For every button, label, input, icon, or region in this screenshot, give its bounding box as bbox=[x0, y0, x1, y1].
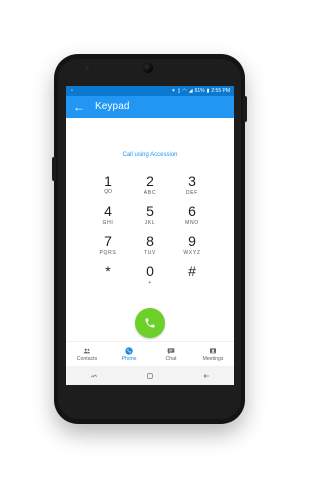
status-time: 2:55 PM bbox=[211, 88, 230, 94]
key-digit: 6 bbox=[188, 203, 196, 219]
call-using-link[interactable]: Call using Accession bbox=[66, 151, 234, 159]
key-digit: 7 bbox=[104, 233, 112, 249]
key-letters: MNO bbox=[185, 220, 199, 226]
vibrate-icon: ▯ bbox=[177, 88, 181, 94]
device-mockup: ◔ ✶ ▯ ◠ ◢ 61% ▮ 2:55 PM ← Keypad Call us… bbox=[0, 0, 300, 480]
key-digit: 4 bbox=[104, 203, 112, 219]
back-icon bbox=[202, 372, 210, 380]
key-letters: WXYZ bbox=[183, 250, 201, 256]
status-right: ✶ ▯ ◠ ◢ 61% ▮ 2:55 PM bbox=[171, 86, 230, 96]
call-button[interactable] bbox=[135, 308, 165, 338]
wifi-icon: ◠ bbox=[182, 88, 187, 94]
status-left: ◔ bbox=[70, 86, 110, 96]
key-letters: + bbox=[148, 280, 152, 286]
bluetooth-icon: ✶ bbox=[171, 88, 176, 94]
meetings-icon bbox=[209, 346, 217, 356]
contacts-icon bbox=[83, 346, 91, 356]
key-3[interactable]: 3 DEF bbox=[171, 173, 213, 203]
nav-phone[interactable]: Phone bbox=[108, 342, 150, 366]
key-digit: 3 bbox=[188, 173, 196, 189]
key-digit: 0 bbox=[146, 263, 154, 279]
back-button[interactable]: ← bbox=[69, 96, 89, 118]
nav-label: Chat bbox=[165, 355, 177, 362]
nav-label: Phone bbox=[121, 355, 137, 362]
key-digit: 9 bbox=[188, 233, 196, 249]
signal-icon: ◢ bbox=[188, 88, 193, 94]
key-letters: PQRS bbox=[99, 250, 117, 256]
nav-label: Meetings bbox=[202, 355, 224, 362]
key-letters: JKL bbox=[144, 220, 156, 226]
dial-keypad: 1 QO 2 ABC 3 DEF 4 GHI 5 JKL 6 MNO 7 PQR… bbox=[87, 173, 213, 293]
key-2[interactable]: 2 ABC bbox=[129, 173, 171, 203]
nav-chat[interactable]: Chat bbox=[150, 342, 192, 366]
recent-apps-button[interactable] bbox=[80, 366, 108, 385]
key-letters: TUV bbox=[143, 250, 157, 256]
key-star[interactable]: * bbox=[87, 263, 129, 293]
status-bar: ◔ ✶ ▯ ◠ ◢ 61% ▮ 2:55 PM bbox=[66, 86, 234, 96]
arrow-left-icon: ← bbox=[73, 100, 85, 114]
app-bar: ← Keypad bbox=[66, 96, 234, 118]
recent-apps-icon bbox=[90, 372, 98, 380]
battery-text: 61% bbox=[194, 88, 205, 94]
key-digit: # bbox=[188, 263, 196, 279]
home-button[interactable] bbox=[136, 366, 164, 385]
camera-icon bbox=[143, 63, 153, 73]
chat-icon bbox=[167, 346, 175, 356]
key-hash[interactable]: # bbox=[171, 263, 213, 293]
key-letters: GHI bbox=[102, 220, 114, 226]
key-6[interactable]: 6 MNO bbox=[171, 203, 213, 233]
key-7[interactable]: 7 PQRS bbox=[87, 233, 129, 263]
key-letters: DEF bbox=[185, 190, 199, 196]
nav-label: Contacts bbox=[76, 355, 98, 362]
bottom-navigation: Contacts Phone Chat Meetings bbox=[66, 341, 234, 366]
phone-icon bbox=[125, 346, 133, 356]
key-4[interactable]: 4 GHI bbox=[87, 203, 129, 233]
key-digit: 5 bbox=[146, 203, 154, 219]
key-9[interactable]: 9 WXYZ bbox=[171, 233, 213, 263]
power-button bbox=[243, 96, 247, 122]
nav-contacts[interactable]: Contacts bbox=[66, 342, 108, 366]
phone-screen: ◔ ✶ ▯ ◠ ◢ 61% ▮ 2:55 PM ← Keypad Call us… bbox=[66, 86, 234, 385]
page-title: Keypad bbox=[95, 101, 130, 112]
key-digit: 1 bbox=[104, 173, 112, 189]
system-back-button[interactable] bbox=[192, 366, 220, 385]
home-icon bbox=[146, 372, 154, 380]
notification-icon: ◔ bbox=[70, 88, 74, 94]
battery-icon: ▮ bbox=[206, 88, 210, 94]
nav-meetings[interactable]: Meetings bbox=[192, 342, 234, 366]
key-8[interactable]: 8 TUV bbox=[129, 233, 171, 263]
system-navigation-bar bbox=[66, 366, 234, 385]
volume-button bbox=[52, 157, 56, 181]
key-1[interactable]: 1 QO bbox=[87, 173, 129, 203]
key-digit: 2 bbox=[146, 173, 154, 189]
sensor-icon bbox=[85, 66, 89, 70]
key-digit: 8 bbox=[146, 233, 154, 249]
phone-icon bbox=[144, 317, 156, 329]
key-0[interactable]: 0 + bbox=[129, 263, 171, 293]
key-letters: ABC bbox=[143, 190, 157, 196]
key-digit: * bbox=[105, 263, 111, 279]
key-5[interactable]: 5 JKL bbox=[129, 203, 171, 233]
voicemail-icon: QO bbox=[104, 189, 112, 195]
